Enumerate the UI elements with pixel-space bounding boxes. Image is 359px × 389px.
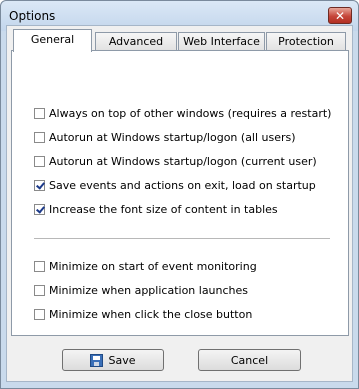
option-minimize-on-close[interactable]: Minimize when click the close button <box>34 307 252 321</box>
option-label: Autorun at Windows startup/logon (all us… <box>49 130 296 144</box>
option-increase-font-size[interactable]: Increase the font size of content in tab… <box>34 202 278 216</box>
cancel-button[interactable]: Cancel <box>198 349 301 371</box>
option-label: Save events and actions on exit, load on… <box>49 178 316 192</box>
option-always-on-top[interactable]: Always on top of other windows (requires… <box>34 106 331 120</box>
checkbox-increase-font-size[interactable] <box>34 203 45 215</box>
option-label: Increase the font size of content in tab… <box>49 202 278 216</box>
option-label: Always on top of other windows (requires… <box>49 106 332 120</box>
checkbox-minimize-on-close[interactable] <box>34 308 45 320</box>
separator-line <box>34 238 330 239</box>
option-autorun-current-user[interactable]: Autorun at Windows startup/logon (curren… <box>34 154 317 168</box>
general-tab-panel: Always on top of other windows (requires… <box>11 50 349 336</box>
option-minimize-on-start[interactable]: Minimize on start of event monitoring <box>34 259 257 273</box>
checkbox-autorun-current-user[interactable] <box>34 155 45 167</box>
options-dialog: Options ✕ General Advanced Web Interface… <box>0 0 359 389</box>
option-minimize-on-launch[interactable]: Minimize when application launches <box>34 283 248 297</box>
tab-strip: General Advanced Web Interface Protectio… <box>13 29 353 52</box>
tab-advanced[interactable]: Advanced <box>95 32 177 50</box>
option-label: Minimize when click the close button <box>49 307 253 321</box>
dialog-client-area: General Advanced Web Interface Protectio… <box>6 25 353 382</box>
option-label: Minimize when application launches <box>49 283 249 297</box>
option-label: Autorun at Windows startup/logon (curren… <box>49 154 317 168</box>
tab-general[interactable]: General <box>13 29 92 52</box>
save-button[interactable]: Save <box>62 349 164 371</box>
cancel-button-label: Cancel <box>230 353 269 367</box>
save-button-label: Save <box>108 353 136 367</box>
checkbox-autorun-all-users[interactable] <box>34 131 45 143</box>
tab-protection[interactable]: Protection <box>266 32 346 50</box>
close-button[interactable]: ✕ <box>328 7 352 24</box>
option-save-events[interactable]: Save events and actions on exit, load on… <box>34 178 316 192</box>
checkbox-save-events[interactable] <box>34 179 45 191</box>
checkbox-minimize-on-start[interactable] <box>34 260 45 272</box>
checkbox-always-on-top[interactable] <box>34 107 45 119</box>
tab-web-interface[interactable]: Web Interface <box>178 32 265 50</box>
save-icon <box>90 353 104 367</box>
checkbox-minimize-on-launch[interactable] <box>34 284 45 296</box>
option-label: Minimize on start of event monitoring <box>49 259 257 273</box>
option-autorun-all-users[interactable]: Autorun at Windows startup/logon (all us… <box>34 130 296 144</box>
window-title: Options <box>9 9 56 23</box>
